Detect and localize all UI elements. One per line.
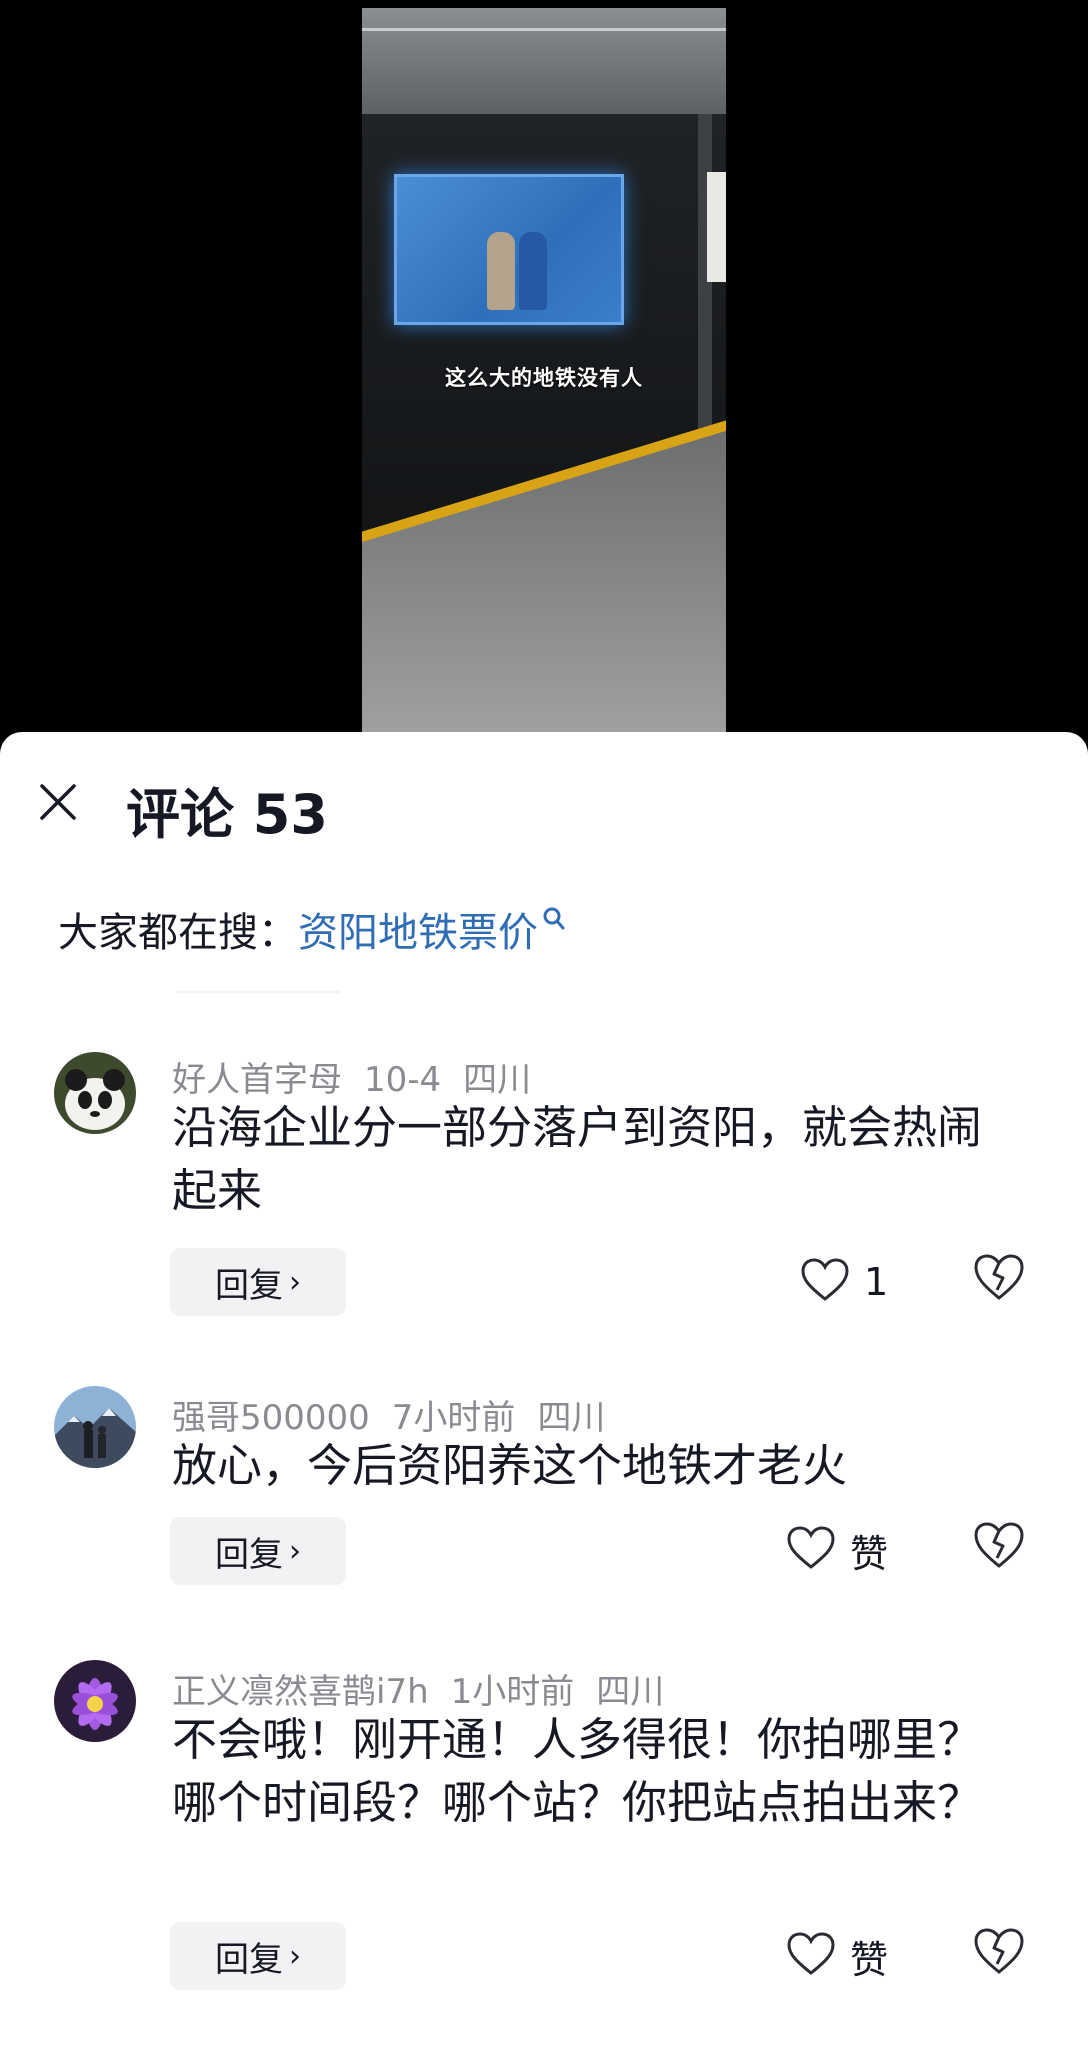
- comments-title: 评论 53: [126, 783, 328, 846]
- comment-username[interactable]: 正义凛然喜鹊i7h: [172, 1672, 429, 1712]
- reply-button[interactable]: 回复 ›: [170, 1517, 346, 1585]
- heart-icon: [786, 1525, 836, 1575]
- comment-username[interactable]: 强哥500000: [172, 1398, 370, 1438]
- like-count: 1: [864, 1260, 889, 1304]
- avatar[interactable]: [54, 1386, 136, 1468]
- comment-meta: 好人首字母 10-4 四川: [172, 1052, 553, 1101]
- comment-location: 四川: [537, 1398, 606, 1438]
- like-button[interactable]: 赞: [786, 1520, 888, 1580]
- like-button[interactable]: 1: [800, 1252, 888, 1312]
- like-label: 赞: [850, 1937, 889, 1982]
- comment-date: 7小时前: [391, 1398, 516, 1438]
- comment-text: 沿海企业分一部分落户到资阳，就会热闹起来: [172, 1101, 983, 1217]
- trending-search-label: 大家都在搜：: [58, 910, 298, 956]
- broken-heart-icon[interactable]: [972, 1520, 1026, 1574]
- like-button[interactable]: 赞: [786, 1926, 888, 1986]
- comment-sheet: 评论 53 大家都在搜：资阳地铁票价 好人首字母 10-4 四川 沿海企业分一部分落…: [0, 732, 1088, 2050]
- comment-username[interactable]: 好人首字母: [172, 1060, 342, 1100]
- heart-icon: [786, 1931, 836, 1981]
- reply-button[interactable]: 回复 ›: [170, 1248, 346, 1316]
- comment-meta: 强哥500000 7小时前 四川: [172, 1390, 627, 1439]
- comment-location: 四川: [596, 1672, 665, 1712]
- avatar[interactable]: [54, 1052, 136, 1134]
- chevron-right-icon: ›: [289, 1264, 301, 1300]
- close-icon[interactable]: [38, 782, 78, 822]
- avatar[interactable]: [54, 1660, 136, 1742]
- video-caption: 这么大的地铁没有人: [445, 366, 643, 390]
- chevron-right-icon: ›: [289, 1533, 301, 1569]
- comment-location: 四川: [463, 1060, 532, 1100]
- video-player[interactable]: 这么大的地铁没有人: [362, 8, 726, 732]
- video-frame-ceiling: [362, 8, 726, 114]
- chevron-right-icon: ›: [289, 1938, 301, 1974]
- reply-button[interactable]: 回复 ›: [170, 1922, 346, 1990]
- broken-heart-icon[interactable]: [972, 1252, 1026, 1306]
- heart-icon: [800, 1257, 850, 1307]
- divider: [176, 991, 340, 993]
- comment-meta: 正义凛然喜鹊i7h 1小时前 四川: [172, 1664, 686, 1713]
- trending-search-link[interactable]: 资阳地铁票价: [298, 907, 566, 956]
- comment-text: 放心，今后资阳养这个地铁才老火: [172, 1439, 848, 1492]
- comment-date: 10-4: [364, 1060, 442, 1100]
- search-icon: [542, 898, 566, 944]
- comment-text: 不会哦！刚开通！人多得很！你拍哪里？哪个时间段？哪个站？你把站点拍出来？: [172, 1713, 983, 1829]
- trending-search: 大家都在搜：资阳地铁票价: [58, 900, 566, 958]
- broken-heart-icon[interactable]: [972, 1926, 1026, 1980]
- like-label: 赞: [850, 1531, 889, 1576]
- comment-date: 1小时前: [450, 1672, 575, 1712]
- video-frame-ad-screen: [394, 174, 624, 325]
